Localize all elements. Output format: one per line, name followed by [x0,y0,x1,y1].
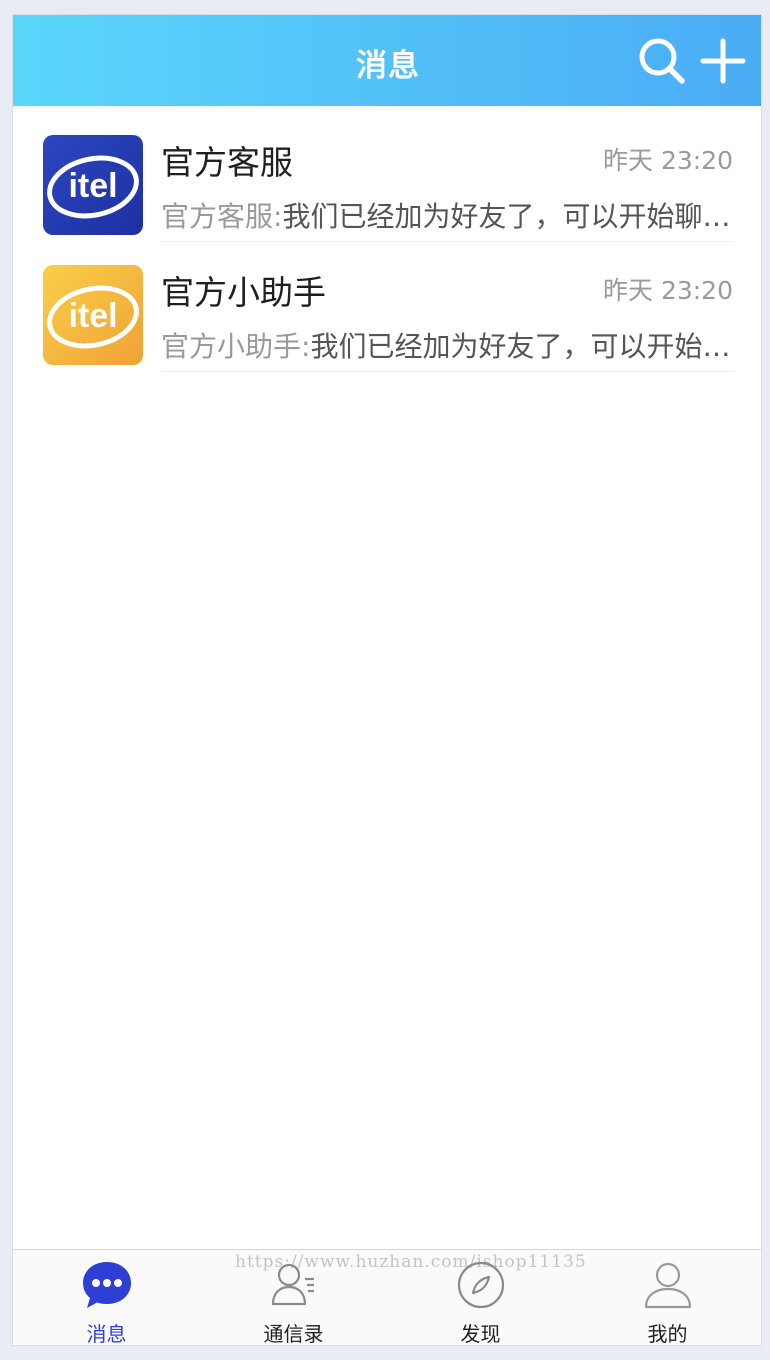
tab-label: 我的 [647,1322,688,1346]
plus-icon [700,38,746,84]
person-icon [644,1262,692,1309]
conversation-name: 官方客服 [161,143,293,182]
header-bar: 消息 [13,15,761,106]
conversation-list: itel 官方客服 昨天 23:20 官方客服:我们已经加为好友了，可以开始聊天… [13,106,761,372]
conversation-time: 昨天 23:20 [603,146,733,175]
search-icon [639,38,685,84]
avatar: itel [43,265,143,365]
tab-bar: https://www.huzhan.com/ishop11135 消息 通信录 [13,1249,761,1346]
conversation-item[interactable]: itel 官方小助手 昨天 23:20 官方小助手:我们已经加为好友了，可以开始… [13,236,761,372]
conversation-preview: 官方客服:我们已经加为好友了，可以开始聊天了 [161,195,733,235]
conversation-time: 昨天 23:20 [603,276,733,305]
avatar: itel [43,135,143,235]
app-screen: 消息 itel 官方客服 昨天 23:20 官方客服:我们已经加为好友了，可以开… [12,14,762,1346]
search-button[interactable] [636,35,688,87]
tab-label: 消息 [86,1322,127,1346]
compass-icon [457,1261,505,1309]
svg-text:itel: itel [68,297,117,335]
tab-label: 通信录 [263,1322,324,1346]
itel-logo-icon: itel [43,135,143,235]
preview-message: 我们已经加为好友了，可以开始聊天了 [310,330,733,363]
tab-messages[interactable]: 消息 [13,1250,200,1346]
conversation-preview: 官方小助手:我们已经加为好友了，可以开始聊天了 [161,325,733,365]
chat-bubble-icon [83,1262,131,1308]
preview-sender: 官方小助手: [161,330,311,363]
conversation-name: 官方小助手 [161,273,326,312]
preview-message: 我们已经加为好友了，可以开始聊天了 [282,200,733,233]
svg-text:itel: itel [68,167,117,205]
tab-discover[interactable]: 发现 [387,1250,574,1346]
tab-contacts[interactable]: 通信录 [200,1250,387,1346]
conversation-item[interactable]: itel 官方客服 昨天 23:20 官方客服:我们已经加为好友了，可以开始聊天… [13,106,761,242]
contacts-icon [271,1263,314,1306]
tab-me[interactable]: 我的 [574,1250,761,1346]
add-button[interactable] [697,35,749,87]
tab-label: 发现 [460,1322,501,1346]
divider [161,371,733,372]
itel-logo-icon: itel [43,265,143,365]
preview-sender: 官方客服: [161,200,283,233]
